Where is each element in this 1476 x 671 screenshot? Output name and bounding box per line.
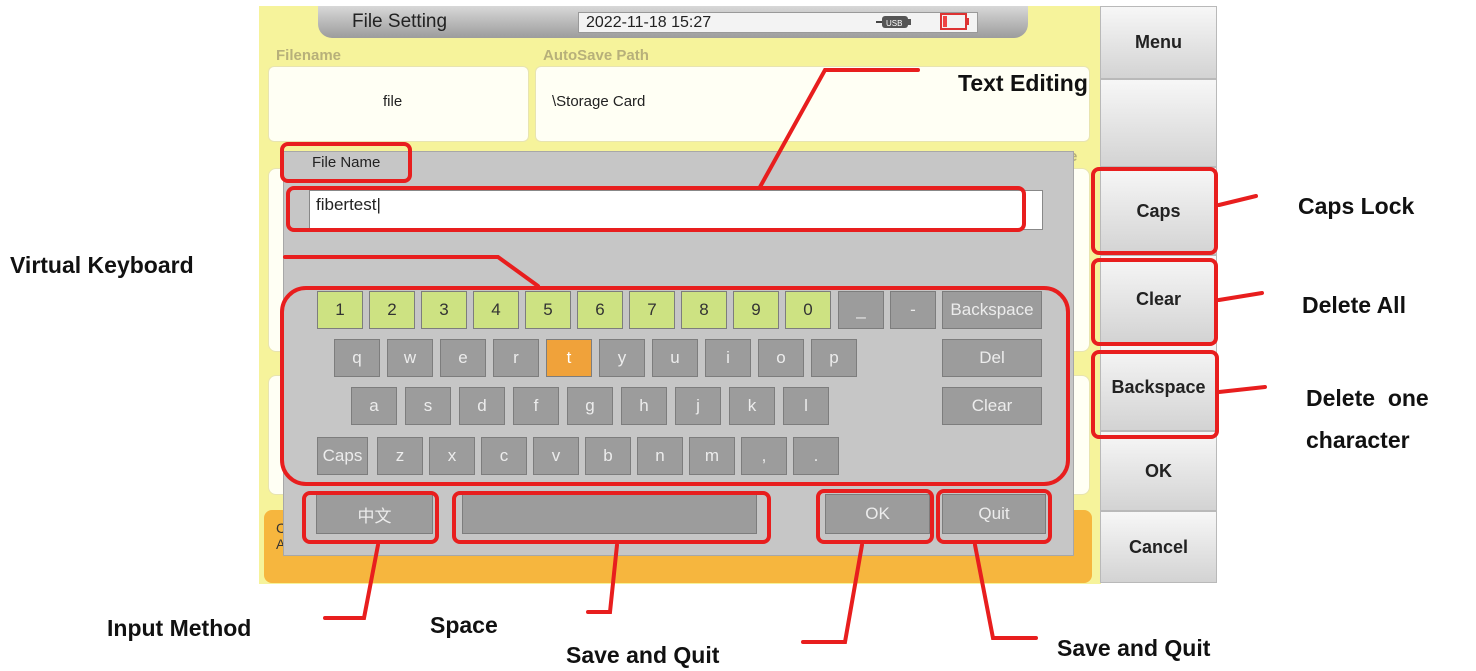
- label-save-and-quit-2: Save and Quit: [1057, 635, 1211, 661]
- label-delete-all: Delete All: [1302, 292, 1406, 318]
- label-space: Space: [430, 612, 498, 638]
- line-space: [586, 543, 619, 614]
- line-input-method: [323, 543, 380, 620]
- annotation-lines: [283, 68, 1267, 644]
- line-caps-lock: [1217, 194, 1258, 207]
- line-delete-all: [1217, 291, 1264, 302]
- line-delete-one: [1217, 385, 1267, 394]
- line-save-quit-1: [801, 543, 864, 644]
- label-delete-one-line1: Delete one: [1306, 385, 1429, 411]
- line-text-editing: [758, 68, 920, 189]
- label-input-method: Input Method: [107, 615, 252, 641]
- line-virtual-keyboard: [283, 255, 540, 288]
- label-delete-one-line2: character: [1306, 427, 1410, 453]
- label-text-editing: Text Editing: [958, 70, 1088, 96]
- line-save-quit-2: [973, 543, 1038, 640]
- label-save-and-quit-1: Save and Quit: [566, 642, 720, 668]
- label-caps-lock: Caps Lock: [1298, 193, 1415, 219]
- label-virtual-keyboard: Virtual Keyboard: [10, 252, 194, 278]
